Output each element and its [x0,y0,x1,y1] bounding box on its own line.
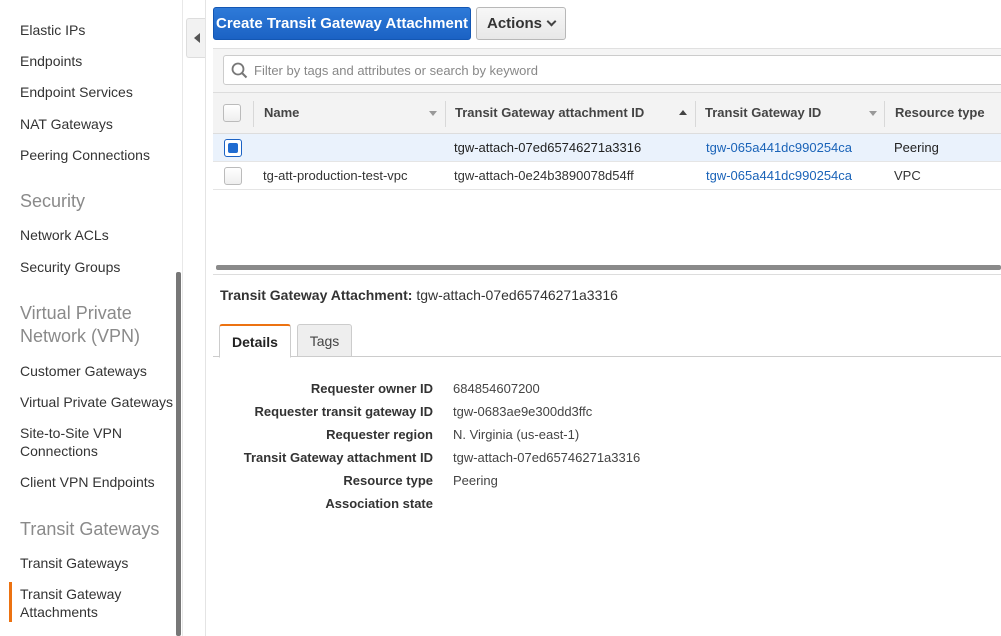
sidebar-item-endpoint-services[interactable]: Endpoint Services [20,83,178,101]
cell-resource-type: VPC [894,168,921,183]
sidebar: Elastic IPs Endpoints Endpoint Services … [0,0,183,636]
horizontal-scrollbar[interactable] [216,265,1001,270]
column-separator [445,101,446,127]
detail-title: Transit Gateway Attachment: tgw-attach-0… [220,287,618,303]
sidebar-item-transit-gateways[interactable]: Transit Gateways [20,554,178,572]
column-header-name[interactable]: Name [264,105,299,120]
sidebar-section-transit-gateways: Transit Gateways [20,519,160,539]
sidebar-item-site-to-site-vpn[interactable]: Site-to-Site VPN Connections [20,424,178,460]
field-label: Requester owner ID [310,381,433,396]
field-value: 684854607200 [453,381,540,396]
sidebar-item-elastic-ips[interactable]: Elastic IPs [20,21,178,39]
sidebar-item-endpoints[interactable]: Endpoints [20,52,178,70]
cell-resource-type: Peering [894,140,939,155]
field-label: Requester transit gateway ID [254,404,433,419]
column-separator [884,101,885,127]
sidebar-item-virtual-private-gateways[interactable]: Virtual Private Gateways [20,393,178,411]
actions-label: Actions [486,15,542,32]
sidebar-item-network-acls[interactable]: Network ACLs [20,226,178,244]
sidebar-item-security-groups[interactable]: Security Groups [20,258,178,276]
active-indicator [9,582,12,622]
sidebar-section-vpn: Virtual Private Network (VPN) [20,303,141,346]
sidebar-item-peering-connections[interactable]: Peering Connections [20,146,178,164]
table-header: Name Transit Gateway attachment ID Trans… [213,92,1001,134]
divider [205,0,206,636]
cell-tgw-id-link[interactable]: tgw-065a441dc990254ca [706,140,852,155]
collapse-sidebar-button[interactable] [186,18,206,58]
sidebar-item-nat-gateways[interactable]: NAT Gateways [20,115,178,133]
field-label: Requester region [326,427,433,442]
table-row[interactable]: tgw-attach-07ed65746271a3316 tgw-065a441… [213,134,1001,162]
search-placeholder: Filter by tags and attributes or search … [254,63,538,78]
tab-tags[interactable]: Tags [297,324,352,357]
field-label: Resource type [343,473,433,488]
field-value: Peering [453,473,498,488]
select-all-checkbox[interactable] [223,104,241,122]
cell-name: tg-att-production-test-vpc [263,168,408,183]
sidebar-item-client-vpn-endpoints[interactable]: Client VPN Endpoints [20,473,178,491]
detail-title-value: tgw-attach-07ed65746271a3316 [416,287,618,303]
cell-tgw-id-link[interactable]: tgw-065a441dc990254ca [706,168,852,183]
cell-attachment-id: tgw-attach-0e24b3890078d54ff [454,168,634,183]
sidebar-item-transit-gateway-attachments[interactable]: Transit Gateway Attachments [20,585,178,621]
caret-left-icon [193,33,200,43]
search-icon [231,62,248,79]
sort-ascending-icon[interactable] [679,110,687,115]
field-label: Association state [325,496,433,511]
pane-divider[interactable] [213,274,1001,275]
sort-icon[interactable] [869,111,877,116]
search-input[interactable]: Filter by tags and attributes or search … [223,55,1001,85]
field-value: tgw-attach-07ed65746271a3316 [453,450,641,465]
column-separator [695,101,696,127]
row-checkbox[interactable] [224,167,242,185]
actions-dropdown[interactable]: Actions [476,7,566,40]
sidebar-item-customer-gateways[interactable]: Customer Gateways [20,362,178,380]
column-separator [253,101,254,127]
column-header-attachment-id[interactable]: Transit Gateway attachment ID [455,105,644,120]
sidebar-section-security: Security [20,191,86,211]
column-header-resource-type[interactable]: Resource type [895,105,985,120]
create-attachment-button[interactable]: Create Transit Gateway Attachment [213,7,471,40]
cell-attachment-id: tgw-attach-07ed65746271a3316 [454,140,642,155]
column-header-tgw-id[interactable]: Transit Gateway ID [705,105,821,120]
table-row[interactable]: tg-att-production-test-vpc tgw-attach-0e… [213,162,1001,190]
field-label: Transit Gateway attachment ID [243,450,433,465]
sort-icon[interactable] [429,111,437,116]
tab-details[interactable]: Details [219,324,291,358]
field-value: N. Virginia (us-east-1) [453,427,580,442]
detail-title-label: Transit Gateway Attachment: [220,287,413,303]
search-bar: Filter by tags and attributes or search … [213,48,1001,92]
field-value: tgw-0683ae9e300dd3ffc [453,404,593,419]
chevron-down-icon [546,16,557,27]
sidebar-scrollbar[interactable] [176,272,181,636]
row-checkbox[interactable] [224,139,242,157]
